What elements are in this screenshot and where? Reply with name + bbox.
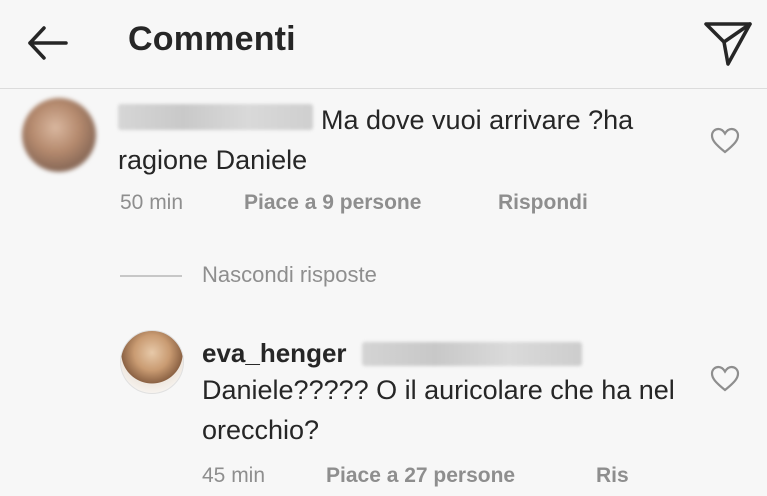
- like-button[interactable]: [710, 127, 740, 155]
- likes-count-link[interactable]: Piace a 9 persone: [244, 191, 421, 215]
- mentioned-username-redacted: [362, 342, 582, 366]
- hide-replies-button[interactable]: Nascondi risposte: [202, 262, 377, 288]
- page-title: Commenti: [128, 20, 296, 58]
- reply-like-button[interactable]: [710, 365, 740, 393]
- share-button[interactable]: [700, 14, 756, 70]
- reply-likes-count-link[interactable]: Piace a 27 persone: [326, 464, 515, 488]
- heart-icon: [710, 127, 740, 154]
- reply-button[interactable]: Rispondi: [498, 191, 588, 215]
- replies-divider: [120, 275, 182, 277]
- paper-plane-icon: [704, 22, 752, 66]
- reply-username[interactable]: eva_henger: [202, 338, 347, 369]
- arrow-left-icon: [28, 26, 68, 60]
- reply-reply-button[interactable]: Ris: [596, 464, 629, 488]
- header-bar: Commenti: [0, 0, 767, 89]
- heart-icon: [710, 365, 740, 392]
- back-button[interactable]: [22, 18, 72, 68]
- reply-avatar[interactable]: [120, 330, 184, 394]
- comment-timestamp: 50 min: [120, 191, 184, 214]
- comment-text: Ma dove vuoi arrivare ?ha ragione Daniel…: [118, 105, 634, 175]
- commenter-avatar[interactable]: [22, 98, 96, 172]
- reply-timestamp: 45 min: [202, 464, 266, 487]
- reply-text: Daniele????? O il auricolare che ha nel …: [202, 375, 675, 445]
